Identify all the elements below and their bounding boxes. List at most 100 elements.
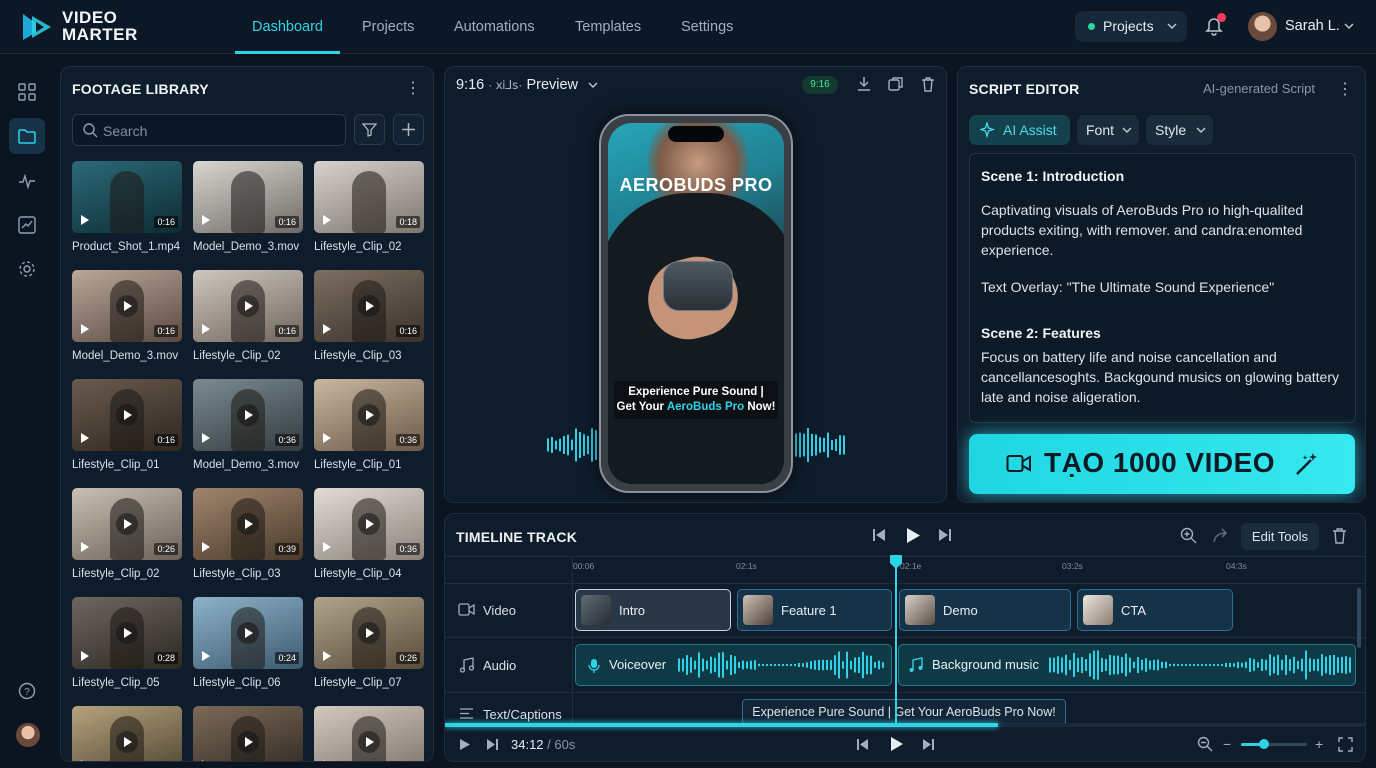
footage-thumbnail[interactable]: 0:16 bbox=[72, 161, 182, 233]
footage-item[interactable]: 0:16 Product_Shot_1.mp4 bbox=[72, 161, 182, 253]
activity-icon[interactable] bbox=[12, 166, 42, 196]
help-icon[interactable]: ? bbox=[12, 676, 42, 706]
footage-thumbnail[interactable]: 0:16 bbox=[314, 270, 424, 342]
trash-icon[interactable] bbox=[919, 75, 937, 93]
filter-button[interactable] bbox=[354, 114, 385, 145]
edit-tools-button[interactable]: Edit Tools bbox=[1241, 523, 1319, 550]
footage-thumbnail[interactable]: 0:24 bbox=[193, 597, 303, 669]
preview-header[interactable]: 9:16 · ⅺ⅃ꜱ· Preview bbox=[456, 77, 598, 93]
footage-item[interactable]: 0:36 Lifestyle_Clip_01 bbox=[314, 379, 424, 471]
add-button[interactable] bbox=[393, 114, 424, 145]
skip-forward-icon[interactable] bbox=[922, 738, 935, 751]
clip-intro[interactable]: Intro bbox=[575, 589, 731, 631]
footage-thumbnail[interactable] bbox=[314, 706, 424, 761]
clip-cta[interactable]: CTA bbox=[1077, 589, 1233, 631]
footage-item[interactable]: 0:26 Lifestyle_Clip_07 bbox=[314, 597, 424, 689]
footage-thumbnail[interactable]: 0:18 bbox=[314, 161, 424, 233]
play-overlay-icon[interactable] bbox=[237, 404, 259, 426]
user-name[interactable]: Sarah L. bbox=[1285, 18, 1340, 34]
footage-item[interactable]: 0:24 Lifestyle_Clip_06 bbox=[193, 597, 303, 689]
footage-thumbnail[interactable] bbox=[72, 706, 182, 761]
generate-videos-button[interactable]: TẠO 1000 VIDEO bbox=[969, 434, 1355, 494]
folder-icon[interactable] bbox=[9, 118, 45, 154]
footage-item[interactable]: 0:28 Lifestyle_Clip_05 bbox=[72, 597, 182, 689]
tab-dashboard[interactable]: Dashboard bbox=[235, 0, 340, 54]
play-overlay-icon[interactable] bbox=[358, 513, 380, 535]
footage-thumbnail[interactable]: 0:16 bbox=[193, 270, 303, 342]
analytics-icon[interactable] bbox=[12, 210, 42, 240]
footage-thumbnail[interactable] bbox=[193, 706, 303, 761]
footage-item[interactable]: 0:39 Lifestyle_Clip_03 bbox=[193, 488, 303, 580]
tab-settings[interactable]: Settings bbox=[681, 0, 733, 54]
play-icon[interactable] bbox=[889, 736, 904, 752]
play-overlay-icon[interactable] bbox=[237, 731, 259, 753]
footage-item[interactable] bbox=[72, 706, 182, 761]
projects-dropdown[interactable]: Projects bbox=[1075, 11, 1187, 42]
play-overlay-icon[interactable] bbox=[358, 622, 380, 644]
play-overlay-icon[interactable] bbox=[237, 622, 259, 644]
footage-thumbnail[interactable]: 0:26 bbox=[314, 597, 424, 669]
footage-item[interactable]: 0:36 Lifestyle_Clip_04 bbox=[314, 488, 424, 580]
play-overlay-icon[interactable] bbox=[116, 622, 138, 644]
vertical-scrollbar[interactable] bbox=[1357, 588, 1361, 648]
footage-thumbnail[interactable]: 0:16 bbox=[193, 161, 303, 233]
play-overlay-icon[interactable] bbox=[358, 731, 380, 753]
footage-item[interactable]: 0:18 Lifestyle_Clip_02 bbox=[314, 161, 424, 253]
zoom-out-icon[interactable] bbox=[1197, 736, 1213, 752]
clip-demo[interactable]: Demo bbox=[899, 589, 1071, 631]
skip-forward-icon[interactable] bbox=[938, 528, 952, 542]
search-input[interactable]: Search bbox=[72, 114, 346, 146]
more-options-icon[interactable]: ⋮ bbox=[405, 80, 421, 98]
footage-item[interactable]: 0:36 Model_Demo_3.mov bbox=[193, 379, 303, 471]
fullscreen-icon[interactable] bbox=[1338, 737, 1353, 752]
tab-projects[interactable]: Projects bbox=[362, 0, 414, 54]
play-overlay-icon[interactable] bbox=[358, 295, 380, 317]
footage-thumbnail[interactable]: 0:28 bbox=[72, 597, 182, 669]
style-dropdown[interactable]: Style bbox=[1146, 115, 1213, 145]
footage-item[interactable] bbox=[193, 706, 303, 761]
footage-item[interactable]: 0:16 Lifestyle_Clip_03 bbox=[314, 270, 424, 362]
play-overlay-icon[interactable] bbox=[116, 295, 138, 317]
download-icon[interactable] bbox=[855, 75, 873, 93]
footage-item[interactable]: 0:16 Model_Demo_3.mov bbox=[193, 161, 303, 253]
clip-feature-1[interactable]: Feature 1 bbox=[737, 589, 892, 631]
play-overlay-icon[interactable] bbox=[237, 295, 259, 317]
avatar[interactable] bbox=[16, 723, 40, 747]
play-overlay-icon[interactable] bbox=[358, 404, 380, 426]
footage-thumbnail[interactable]: 0:36 bbox=[193, 379, 303, 451]
zoom-slider-handle[interactable] bbox=[1259, 739, 1270, 749]
play-icon[interactable] bbox=[459, 738, 471, 751]
footage-thumbnail[interactable]: 0:26 bbox=[72, 488, 182, 560]
tab-templates[interactable]: Templates bbox=[575, 0, 641, 54]
zoom-icon[interactable] bbox=[1180, 527, 1197, 544]
play-icon[interactable] bbox=[905, 527, 921, 544]
grid-icon[interactable] bbox=[12, 77, 42, 107]
footage-item[interactable]: 0:16 Lifestyle_Clip_01 bbox=[72, 379, 182, 471]
notification-bell-icon[interactable] bbox=[1204, 13, 1226, 38]
play-overlay-icon[interactable] bbox=[237, 513, 259, 535]
tab-automations[interactable]: Automations bbox=[454, 0, 535, 54]
play-overlay-icon[interactable] bbox=[116, 731, 138, 753]
footage-item[interactable]: 0:16 Model_Demo_3.mov bbox=[72, 270, 182, 362]
more-options-icon[interactable]: ⋮ bbox=[1337, 79, 1353, 99]
font-dropdown[interactable]: Font bbox=[1077, 115, 1139, 145]
playhead[interactable] bbox=[895, 558, 897, 726]
footage-thumbnail[interactable]: 0:16 bbox=[72, 270, 182, 342]
zoom-plus-icon[interactable]: + bbox=[1315, 736, 1323, 752]
playhead-handle[interactable] bbox=[890, 555, 902, 569]
ai-assist-button[interactable]: AI Assist bbox=[969, 115, 1070, 145]
footage-thumbnail[interactable]: 0:36 bbox=[314, 379, 424, 451]
footage-thumbnail[interactable]: 0:36 bbox=[314, 488, 424, 560]
play-overlay-icon[interactable] bbox=[116, 513, 138, 535]
play-overlay-icon[interactable] bbox=[116, 404, 138, 426]
footage-item[interactable]: 0:26 Lifestyle_Clip_02 bbox=[72, 488, 182, 580]
footage-thumbnail[interactable]: 0:39 bbox=[193, 488, 303, 560]
footage-item[interactable] bbox=[314, 706, 424, 761]
user-avatar[interactable] bbox=[1248, 12, 1277, 41]
audio-clip-voiceover[interactable]: Voiceover bbox=[575, 644, 892, 686]
duplicate-icon[interactable] bbox=[887, 75, 905, 93]
trash-icon[interactable] bbox=[1331, 527, 1348, 545]
chevron-down-icon[interactable] bbox=[1344, 23, 1354, 30]
script-text-area[interactable]: Scene 1: Introduction Captivating visual… bbox=[969, 153, 1356, 423]
redo-icon[interactable] bbox=[1212, 528, 1229, 544]
